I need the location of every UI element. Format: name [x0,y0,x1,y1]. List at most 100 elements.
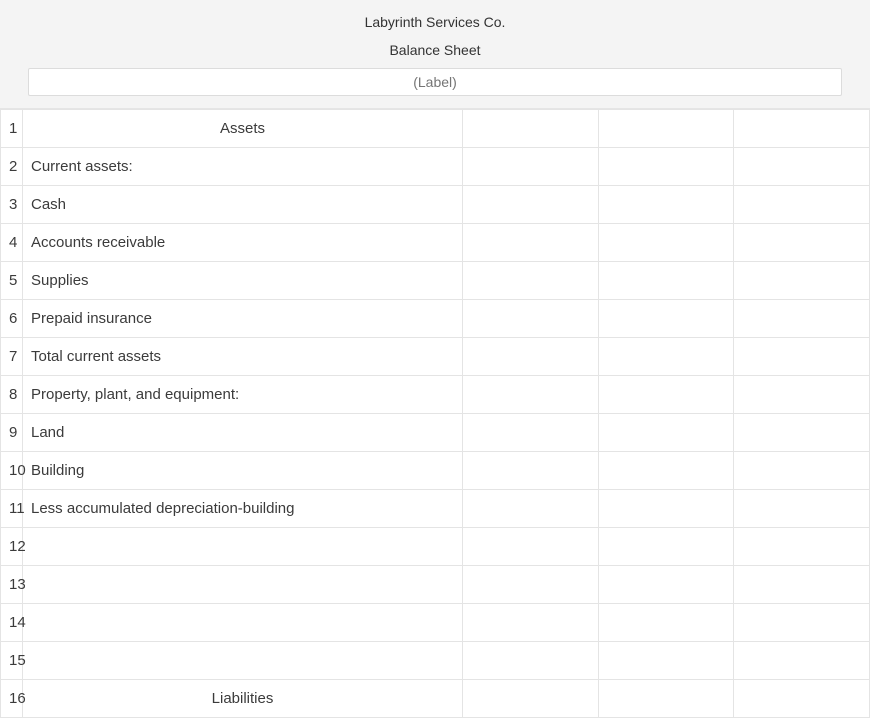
value-cell[interactable] [734,414,870,452]
table-row: 15 [1,642,870,680]
value-cell[interactable] [734,262,870,300]
value-cell[interactable] [598,376,734,414]
value-cell[interactable] [463,680,599,718]
row-number: 7 [1,338,23,376]
value-cell[interactable] [734,300,870,338]
date-label-input[interactable] [28,68,842,96]
value-cell[interactable] [734,604,870,642]
table-row: 8Property, plant, and equipment: [1,376,870,414]
value-cell[interactable] [463,414,599,452]
value-cell[interactable] [463,110,599,148]
table-row: 14 [1,604,870,642]
table-row: 12 [1,528,870,566]
line-label[interactable]: Accounts receivable [23,224,463,262]
line-label[interactable]: Cash [23,186,463,224]
value-cell[interactable] [598,604,734,642]
value-cell[interactable] [598,680,734,718]
value-cell[interactable] [598,528,734,566]
table-row: 9Land [1,414,870,452]
table-row: 2Current assets: [1,148,870,186]
value-cell[interactable] [734,186,870,224]
value-cell[interactable] [734,490,870,528]
line-label[interactable]: Prepaid insurance [23,300,463,338]
section-heading[interactable]: Liabilities [23,680,463,718]
value-cell[interactable] [463,338,599,376]
value-cell[interactable] [463,300,599,338]
value-cell[interactable] [734,642,870,680]
table-row: 13 [1,566,870,604]
value-cell[interactable] [598,262,734,300]
row-number: 1 [1,110,23,148]
value-cell[interactable] [463,566,599,604]
value-cell[interactable] [598,110,734,148]
table-row: 6Prepaid insurance [1,300,870,338]
value-cell[interactable] [734,566,870,604]
value-cell[interactable] [463,148,599,186]
row-number: 14 [1,604,23,642]
value-cell[interactable] [734,338,870,376]
value-cell[interactable] [463,262,599,300]
value-cell[interactable] [598,452,734,490]
line-label[interactable]: Less accumulated depreciation-building [23,490,463,528]
row-number: 13 [1,566,23,604]
row-number: 6 [1,300,23,338]
line-label[interactable]: Property, plant, and equipment: [23,376,463,414]
value-cell[interactable] [463,604,599,642]
value-cell[interactable] [463,642,599,680]
value-cell[interactable] [463,452,599,490]
value-cell[interactable] [598,338,734,376]
value-cell[interactable] [463,490,599,528]
row-number: 2 [1,148,23,186]
value-cell[interactable] [598,300,734,338]
value-cell[interactable] [463,376,599,414]
value-cell[interactable] [734,110,870,148]
section-heading[interactable]: Assets [23,110,463,148]
value-cell[interactable] [463,224,599,262]
line-label[interactable]: Current assets: [23,148,463,186]
value-cell[interactable] [734,148,870,186]
value-cell[interactable] [598,148,734,186]
company-name: Labyrinth Services Co. [0,10,870,34]
line-label[interactable]: Building [23,452,463,490]
value-cell[interactable] [598,224,734,262]
balance-sheet-table: 1Assets2Current assets:3Cash4Accounts re… [0,109,870,718]
table-row: 4Accounts receivable [1,224,870,262]
line-label[interactable]: Supplies [23,262,463,300]
row-number: 15 [1,642,23,680]
line-label[interactable]: Total current assets [23,338,463,376]
table-row: 3Cash [1,186,870,224]
table-row: 7Total current assets [1,338,870,376]
row-number: 10 [1,452,23,490]
line-label[interactable] [23,566,463,604]
table-row: 10Building [1,452,870,490]
label-row [0,68,870,96]
value-cell[interactable] [463,186,599,224]
value-cell[interactable] [598,490,734,528]
row-number: 5 [1,262,23,300]
row-number: 3 [1,186,23,224]
value-cell[interactable] [598,186,734,224]
value-cell[interactable] [598,566,734,604]
value-cell[interactable] [734,224,870,262]
value-cell[interactable] [734,452,870,490]
line-label[interactable] [23,642,463,680]
worksheet: Labyrinth Services Co. Balance Sheet 1As… [0,0,870,718]
row-number: 11 [1,490,23,528]
statement-title: Balance Sheet [0,34,870,68]
value-cell[interactable] [734,680,870,718]
row-number: 12 [1,528,23,566]
value-cell[interactable] [734,376,870,414]
table-row: 5Supplies [1,262,870,300]
row-number: 4 [1,224,23,262]
value-cell[interactable] [598,414,734,452]
row-number: 16 [1,680,23,718]
table-row: 1Assets [1,110,870,148]
line-label[interactable] [23,604,463,642]
value-cell[interactable] [463,528,599,566]
row-number: 9 [1,414,23,452]
value-cell[interactable] [598,642,734,680]
value-cell[interactable] [734,528,870,566]
line-label[interactable]: Land [23,414,463,452]
line-label[interactable] [23,528,463,566]
table-row: 16Liabilities [1,680,870,718]
